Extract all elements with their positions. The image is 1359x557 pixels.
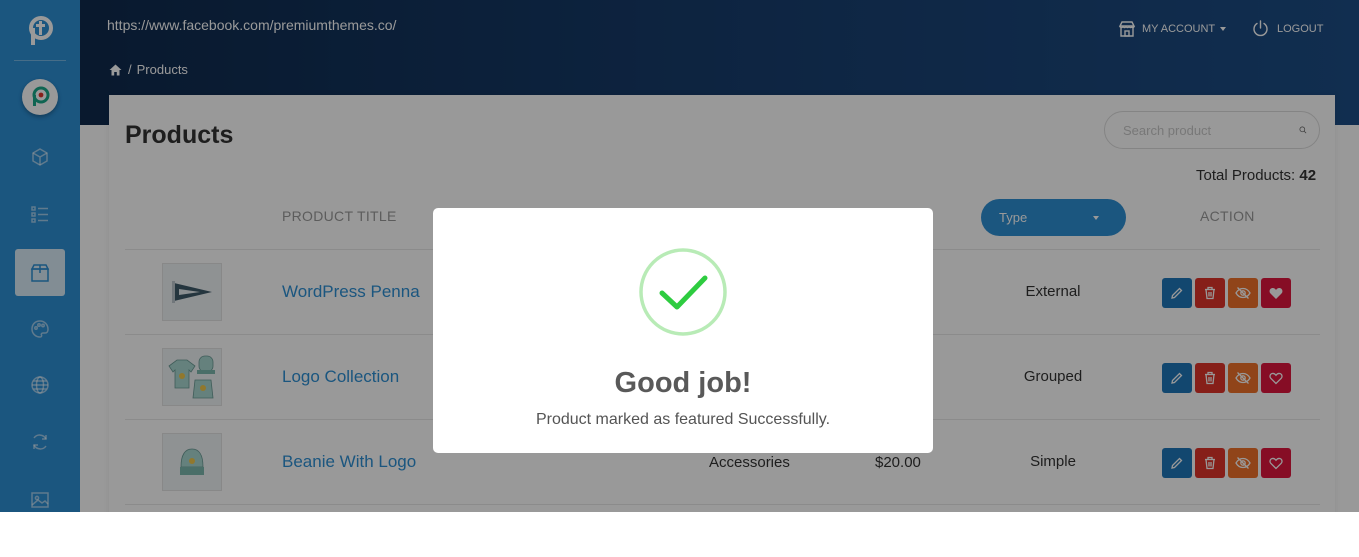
dialog-title: Good job! [614,367,752,399]
app-root: https://www.facebook.com/premiumthemes.c… [0,0,1359,512]
success-check-icon [639,248,727,336]
success-dialog: Good job! Product marked as featured Suc… [433,208,933,453]
dialog-message: Product marked as featured Successfully. [535,411,831,428]
